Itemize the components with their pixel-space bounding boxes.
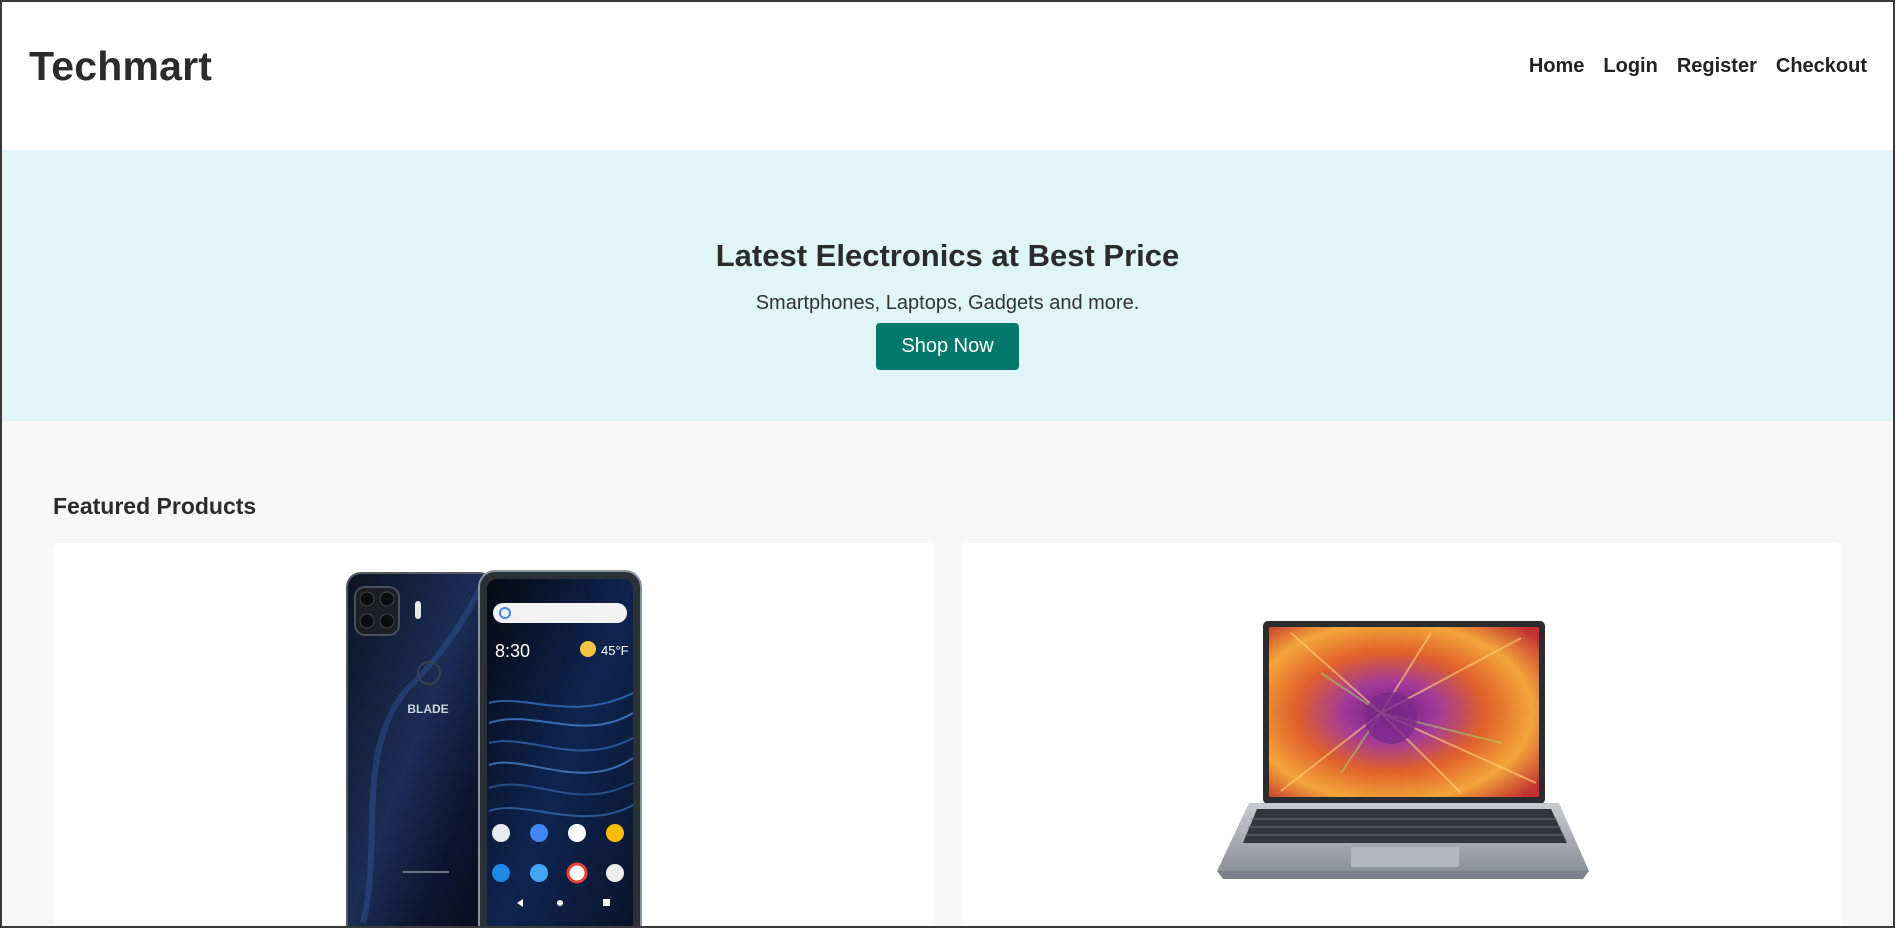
nav-login-link[interactable]: Login [1603, 55, 1657, 78]
nav-register-link[interactable]: Register [1677, 55, 1757, 78]
phone-brand-text: BLADE [407, 702, 448, 716]
main-nav: Home Login Register Checkout [1529, 55, 1867, 78]
product-card[interactable]: BLADE 8:30 45°F [53, 543, 935, 926]
site-logo[interactable]: Techmart [29, 43, 212, 90]
hero-banner: Latest Electronics at Best Price Smartph… [2, 150, 1893, 421]
featured-products-title: Featured Products [53, 493, 257, 519]
product-card[interactable] [960, 543, 1842, 926]
hero-title: Latest Electronics at Best Price [715, 238, 1180, 273]
phone-clock: 8:30 [495, 641, 530, 661]
site-header: Techmart Home Login Register Checkout [2, 2, 1893, 150]
browser-viewport: Techmart Home Login Register Checkout La… [2, 2, 1893, 926]
hero-subtitle: Smartphones, Laptops, Gadgets and more. [755, 292, 1140, 314]
smartphone-image: BLADE 8:30 45°F [346, 570, 642, 926]
product-grid: BLADE 8:30 45°F [53, 543, 1842, 926]
laptop-image [1216, 621, 1589, 879]
nav-home-link[interactable]: Home [1529, 55, 1585, 78]
phone-temperature: 45°F [601, 643, 629, 658]
nav-checkout-link[interactable]: Checkout [1776, 55, 1867, 78]
shop-now-button[interactable]: Shop Now [876, 323, 1019, 370]
featured-products: Featured Products BLADE 8:30 45°F [2, 421, 1893, 926]
